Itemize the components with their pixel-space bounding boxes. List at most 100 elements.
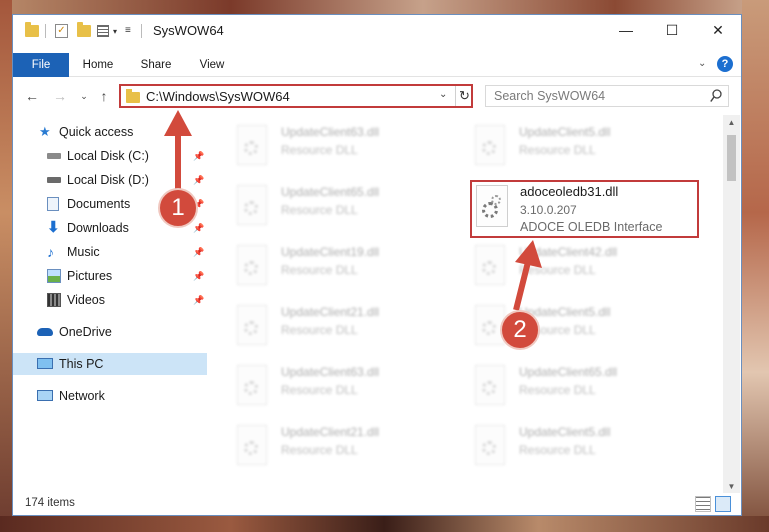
desktop-background <box>0 0 12 532</box>
list-item[interactable]: UpdateClient5.dll Resource DLL <box>447 119 677 173</box>
title-separator <box>141 24 142 38</box>
list-item[interactable]: UpdateClient65.dll Resource DLL <box>447 359 677 413</box>
customize-toolbar-icon[interactable]: ≡ <box>125 25 131 41</box>
tab-file[interactable]: File <box>13 53 69 77</box>
sidebar-item-quick-access[interactable]: ★ Quick access <box>13 121 207 143</box>
file-type: Resource DLL <box>281 383 358 397</box>
properties-icon[interactable] <box>97 25 109 37</box>
sidebar-item-music[interactable]: ♪ Music 📌 <box>13 241 207 263</box>
file-type: Resource DLL <box>519 263 596 277</box>
search-input[interactable]: Search SysWOW64 <box>485 85 729 107</box>
file-type: Resource DLL <box>519 383 596 397</box>
title-bar: ✓ ▾ ≡ SysWOW64 — ☐ ✕ <box>13 15 741 47</box>
dll-file-icon <box>475 245 505 285</box>
pin-icon[interactable]: 📌 <box>193 217 204 239</box>
up-button[interactable]: ↑ <box>95 87 113 105</box>
quick-access-separator <box>45 24 46 38</box>
cloud-icon <box>37 328 53 336</box>
list-item[interactable]: UpdateClient19.dll Resource DLL <box>209 239 439 293</box>
search-placeholder: Search SysWOW64 <box>494 89 606 103</box>
drive-icon <box>47 177 61 183</box>
pin-icon[interactable]: 📌 <box>193 145 204 167</box>
dll-file-icon <box>237 245 267 285</box>
file-name: UpdateClient65.dll <box>519 365 618 379</box>
minimize-button[interactable]: — <box>603 15 649 45</box>
callout-badge-2: 2 <box>500 310 540 350</box>
file-name: UpdateClient42.dll <box>519 245 618 259</box>
sidebar-item-label: Local Disk (C:) <box>67 149 149 163</box>
list-item[interactable]: UpdateClient63.dll Resource DLL <box>209 119 439 173</box>
file-name: UpdateClient19.dll <box>281 245 380 259</box>
pin-icon[interactable]: 📌 <box>193 241 204 263</box>
sidebar-item-label: Documents <box>67 197 131 211</box>
sidebar-item-label: Network <box>59 389 105 403</box>
file-name: UpdateClient5.dll <box>519 425 611 439</box>
file-type: Resource DLL <box>519 443 596 457</box>
maximize-button[interactable]: ☐ <box>649 15 695 45</box>
chevron-down-icon[interactable]: ▾ <box>113 27 117 43</box>
list-item[interactable]: UpdateClient63.dll Resource DLL <box>209 359 439 413</box>
sidebar-item-this-pc[interactable]: This PC <box>13 353 207 375</box>
file-name: UpdateClient63.dll <box>281 365 380 379</box>
dll-file-icon <box>476 185 508 227</box>
file-type: Resource DLL <box>519 143 596 157</box>
address-dropdown-icon[interactable]: ⌄ <box>439 89 447 100</box>
highlighted-file-item[interactable]: adoceoledb31.dll 3.10.0.207 ADOCE OLEDB … <box>472 181 698 237</box>
explorer-window: ✓ ▾ ≡ SysWOW64 — ☐ ✕ File Home Share Vie… <box>12 14 742 516</box>
sidebar-item-label: Pictures <box>67 269 113 283</box>
pin-icon[interactable]: 📌 <box>193 169 204 191</box>
refresh-button[interactable]: ↻ <box>455 86 473 106</box>
details-view-icon[interactable] <box>695 496 711 512</box>
file-type: Resource DLL <box>281 443 358 457</box>
pin-icon[interactable]: 📌 <box>193 265 204 287</box>
sidebar-item-network[interactable]: Network <box>13 385 207 407</box>
folder-icon <box>126 89 140 103</box>
sidebar-item-label: OneDrive <box>59 325 112 339</box>
address-path[interactable]: C:\Windows\SysWOW64 <box>146 89 290 104</box>
properties-check-icon[interactable]: ✓ <box>55 24 68 38</box>
tab-share[interactable]: Share <box>131 53 181 77</box>
drive-icon <box>47 153 61 159</box>
tab-view[interactable]: View <box>189 53 235 77</box>
file-name: UpdateClient5.dll <box>519 125 611 139</box>
scroll-up-button[interactable]: ▲ <box>723 115 740 131</box>
list-item[interactable]: UpdateClient21.dll Resource DLL <box>209 299 439 353</box>
back-button[interactable]: ← <box>23 87 41 105</box>
file-name: UpdateClient21.dll <box>281 305 380 319</box>
scroll-thumb[interactable] <box>727 135 736 181</box>
list-item[interactable]: UpdateClient5.dll Resource DLL <box>447 419 677 473</box>
documents-icon <box>47 197 59 211</box>
list-item[interactable]: UpdateClient65.dll Resource DLL <box>209 179 439 233</box>
search-icon[interactable] <box>710 89 722 103</box>
file-description: ADOCE OLEDB Interface <box>520 220 663 234</box>
file-type: Resource DLL <box>281 323 358 337</box>
list-item[interactable]: UpdateClient5.dll Resource DLL <box>447 299 677 353</box>
tiles-view-icon[interactable] <box>715 496 731 512</box>
dll-file-icon <box>237 125 267 165</box>
window-title: SysWOW64 <box>153 23 224 38</box>
dll-file-icon <box>237 365 267 405</box>
file-name: UpdateClient63.dll <box>281 125 380 139</box>
list-item[interactable]: UpdateClient42.dll Resource DLL <box>447 239 677 293</box>
pin-icon[interactable]: 📌 <box>193 289 204 311</box>
list-item[interactable]: UpdateClient21.dll Resource DLL <box>209 419 439 473</box>
sidebar-item-onedrive[interactable]: OneDrive <box>13 321 207 343</box>
address-bar[interactable]: C:\Windows\SysWOW64 ⌄ ↻ <box>119 84 473 108</box>
dll-file-icon <box>475 365 505 405</box>
tab-home[interactable]: Home <box>75 53 121 77</box>
file-type: Resource DLL <box>281 203 358 217</box>
file-type: Resource DLL <box>281 143 358 157</box>
help-button[interactable]: ? <box>717 56 733 72</box>
vertical-scrollbar[interactable]: ▲ ▼ <box>723 115 740 495</box>
forward-button[interactable]: → <box>51 87 69 105</box>
new-folder-icon[interactable] <box>77 22 91 37</box>
expand-ribbon-icon[interactable]: ⌄ <box>698 58 706 69</box>
desktop-background <box>0 516 769 532</box>
recent-locations-button[interactable]: ⌄ <box>75 87 93 105</box>
sidebar-item-videos[interactable]: Videos 📌 <box>13 289 207 311</box>
sidebar-item-label: Videos <box>67 293 105 307</box>
file-name: adoceoledb31.dll <box>520 184 619 199</box>
sidebar-item-local-disk-c[interactable]: Local Disk (C:) 📌 <box>13 145 207 167</box>
sidebar-item-pictures[interactable]: Pictures 📌 <box>13 265 207 287</box>
close-button[interactable]: ✕ <box>695 15 741 45</box>
